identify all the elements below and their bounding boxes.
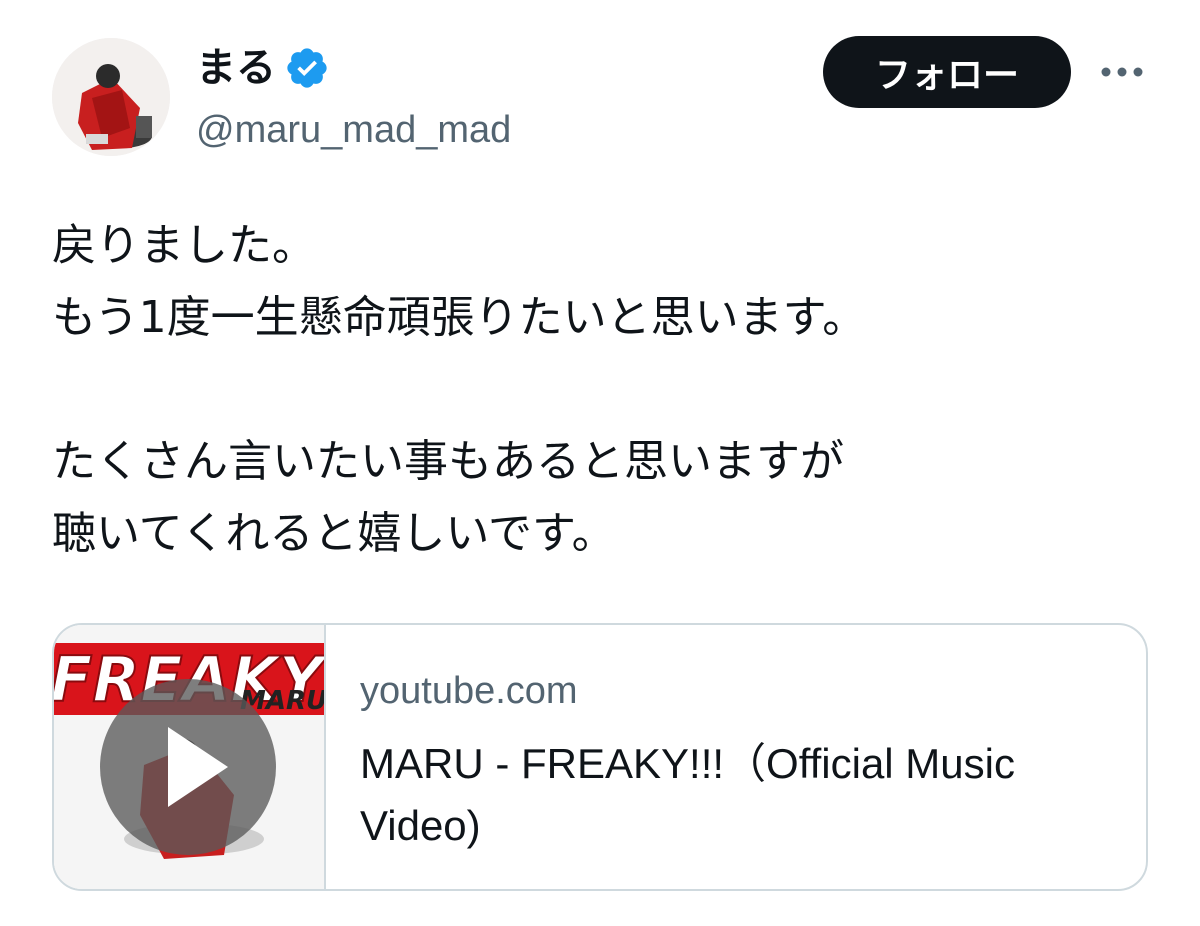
link-card[interactable]: FREAKY MARU youtube.com MARU - FREAKY!!!… xyxy=(52,623,1148,891)
follow-button[interactable]: フォロー xyxy=(823,36,1071,108)
tweet-text: 戻りました。 もう1度一生懸命頑張りたいと思います。 たくさん言いたい事もあると… xyxy=(52,220,867,559)
link-card-domain: youtube.com xyxy=(360,670,578,712)
link-card-thumbnail[interactable]: FREAKY MARU xyxy=(54,625,326,889)
verified-badge-icon xyxy=(287,48,327,88)
link-card-title: MARU - FREAKY!!!（Official Music Video) xyxy=(360,740,1015,849)
more-icon xyxy=(1101,67,1143,77)
author-name-row[interactable]: まる xyxy=(196,36,330,100)
avatar-image xyxy=(52,38,170,156)
author-handle[interactable]: @maru_mad_mad xyxy=(196,102,511,158)
more-options-button[interactable] xyxy=(1096,50,1148,94)
play-triangle-icon xyxy=(168,727,228,807)
avatar[interactable] xyxy=(52,38,170,156)
play-icon[interactable] xyxy=(100,679,276,855)
display-name[interactable]: まる xyxy=(196,36,276,100)
